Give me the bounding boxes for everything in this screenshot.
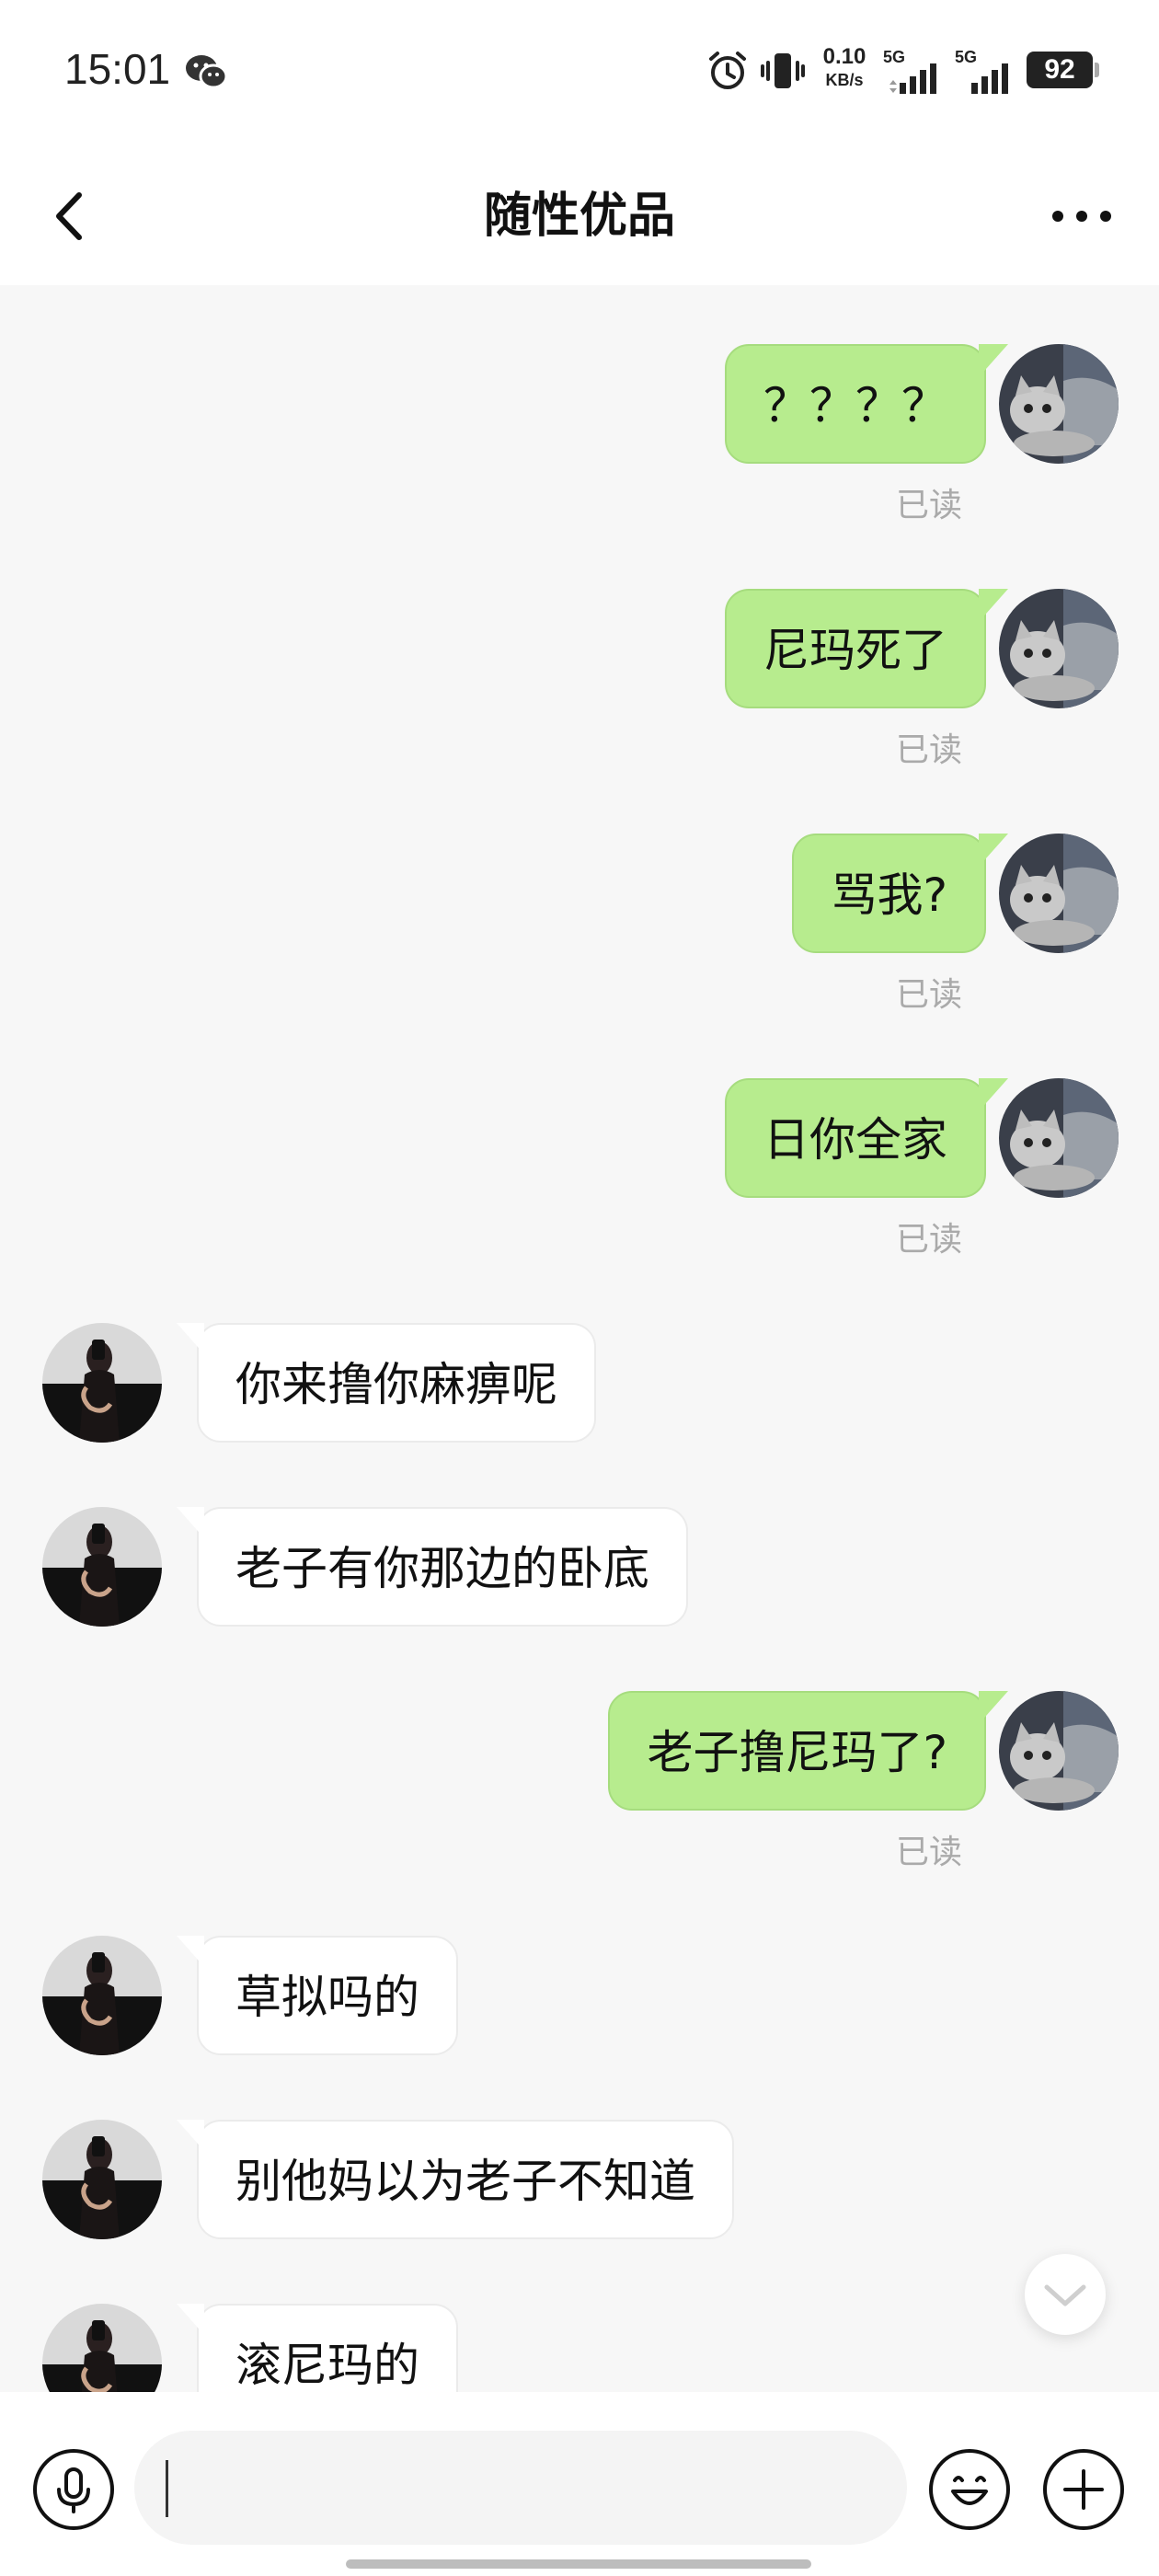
my-avatar[interactable] [999, 1078, 1119, 1198]
read-receipt: 已读 [896, 1834, 963, 1871]
my-avatar[interactable] [999, 589, 1119, 708]
contact-avatar-image [42, 1936, 162, 2055]
scroll-to-bottom-button[interactable] [1025, 2254, 1106, 2335]
message-input-bar [0, 2392, 1159, 2576]
read-receipt: 已读 [896, 976, 963, 1014]
my-message-bubble[interactable]: 老子撸尼玛了? [608, 1691, 1008, 1811]
more-options-button[interactable] [1045, 202, 1119, 230]
signal-bars-icon [889, 63, 936, 94]
contact-avatar-image [42, 2304, 162, 2392]
my-avatar[interactable] [999, 1691, 1119, 1811]
contact-message-bubble[interactable]: 你来撸你麻痹呢 [177, 1323, 596, 1443]
cat-avatar-image [999, 834, 1119, 953]
cat-avatar-image [999, 589, 1119, 708]
signal-sim2: 5G [955, 48, 1019, 94]
my-avatar[interactable] [999, 344, 1119, 464]
contact-avatar[interactable] [42, 1936, 162, 2055]
my-avatar[interactable] [999, 834, 1119, 953]
contact-message-bubble[interactable]: 滚尼玛的 [177, 2304, 458, 2392]
read-receipt: 已读 [896, 1221, 963, 1259]
my-message-bubble[interactable]: 尼玛死了 [725, 589, 1008, 708]
contact-avatar[interactable] [42, 1323, 162, 1443]
voice-input-button[interactable] [31, 2447, 116, 2532]
vibrate-icon [761, 53, 805, 88]
chat-title: 随性优品 [483, 189, 675, 244]
alarm-icon [709, 52, 746, 89]
more-functions-button[interactable] [1041, 2447, 1126, 2532]
status-bar: 15:01 0.10 KB/s 5G 5G 92 [0, 0, 1159, 147]
signal-bars-icon [971, 63, 1008, 94]
emoji-button[interactable] [927, 2447, 1012, 2532]
message-text-input[interactable] [134, 2431, 907, 2545]
contact-message-bubble[interactable]: 草拟吗的 [177, 1936, 458, 2055]
home-indicator[interactable] [346, 2559, 811, 2569]
battery-tip [1095, 63, 1099, 77]
network-speed: 0.10 KB/s [817, 44, 872, 89]
status-time: 15:01 [64, 45, 171, 93]
contact-avatar-image [42, 1323, 162, 1443]
my-message-bubble[interactable]: ？？？？ [725, 344, 1008, 464]
cat-avatar-image [999, 1691, 1119, 1811]
contact-avatar[interactable] [42, 2304, 162, 2392]
chevron-down-icon [1044, 2284, 1086, 2306]
network-speed-value: 0.10 [822, 44, 866, 69]
cat-avatar-image [999, 1078, 1119, 1198]
contact-avatar[interactable] [42, 1507, 162, 1627]
read-receipt: 已读 [896, 731, 963, 769]
contact-message-bubble[interactable]: 别他妈以为老子不知道 [177, 2120, 734, 2239]
signal-sim1: 5G [883, 48, 947, 94]
message-list[interactable]: ？？？？ 已读 尼玛死了 已读 骂我? 已读 日你全家 已读 你来撸你麻痹呢 老… [0, 285, 1159, 2392]
wechat-notification-icon [186, 55, 228, 89]
text-cursor [166, 2460, 168, 2517]
chat-header: 随性优品 [0, 147, 1159, 285]
cat-avatar-image [999, 344, 1119, 464]
contact-avatar-image [42, 2120, 162, 2239]
my-message-bubble[interactable]: 日你全家 [725, 1078, 1008, 1198]
contact-avatar-image [42, 1507, 162, 1627]
read-receipt: 已读 [896, 487, 963, 524]
network-speed-unit: KB/s [825, 71, 864, 89]
battery-level: 92 [1027, 52, 1093, 88]
my-message-bubble[interactable]: 骂我? [792, 834, 1008, 953]
contact-avatar[interactable] [42, 2120, 162, 2239]
contact-message-bubble[interactable]: 老子有你那边的卧底 [177, 1507, 688, 1627]
